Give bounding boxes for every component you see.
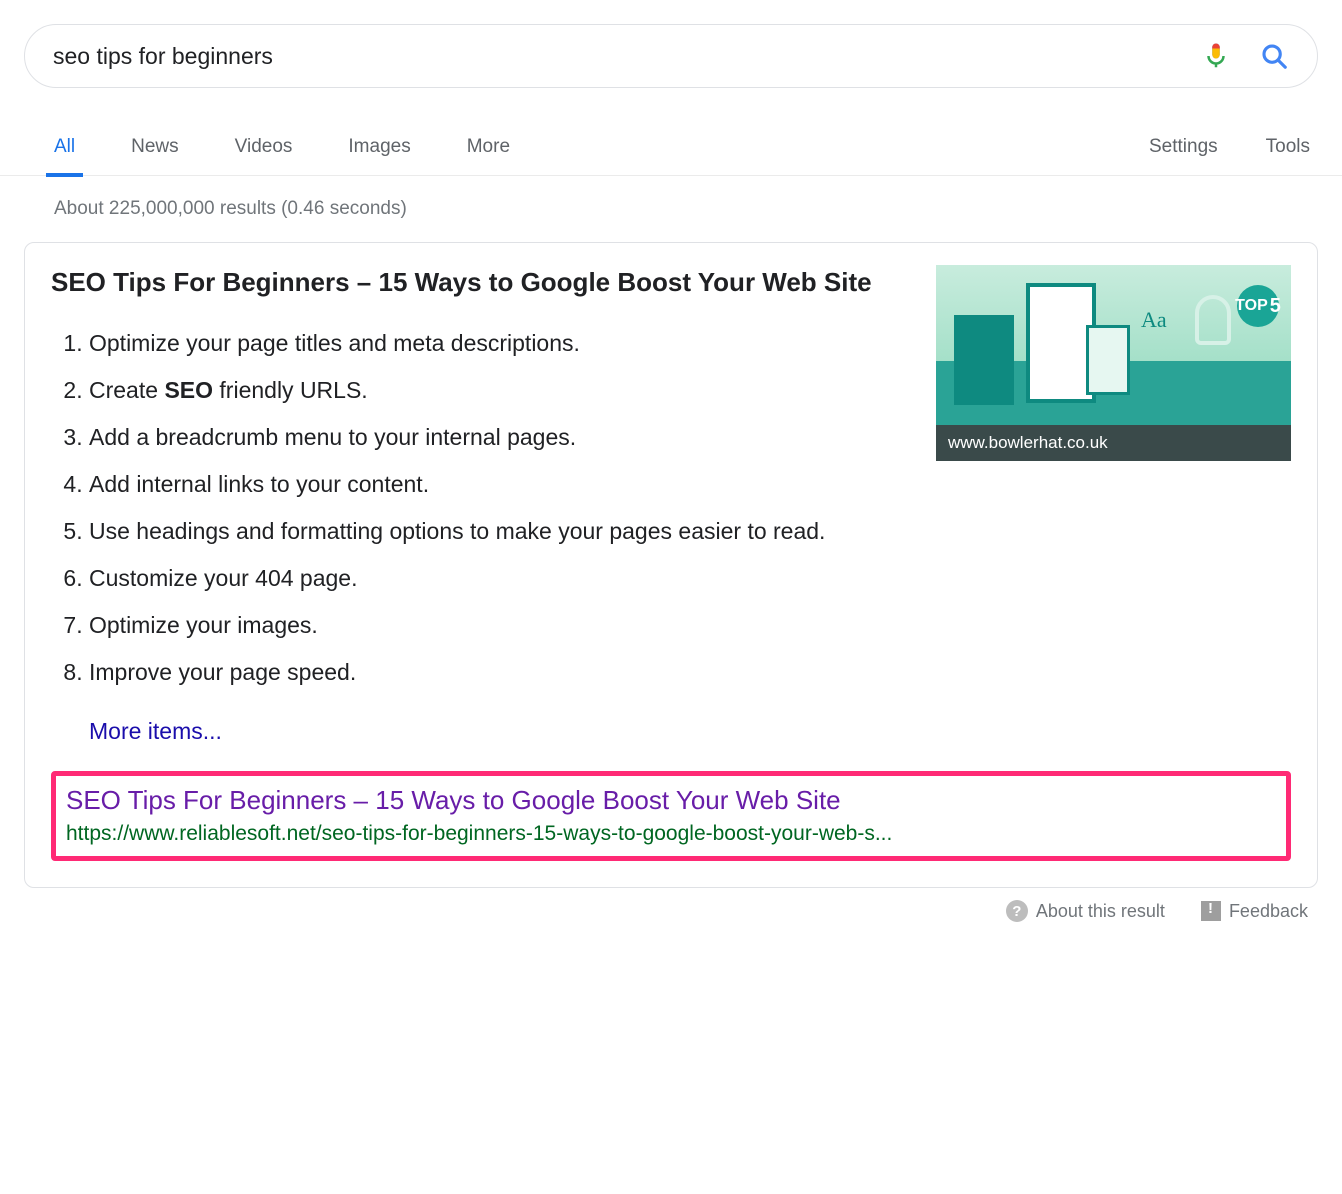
feedback-link[interactable]: Feedback xyxy=(1201,901,1308,922)
tab-more[interactable]: More xyxy=(463,118,514,176)
result-link-highlight: SEO Tips For Beginners – 15 Ways to Goog… xyxy=(51,771,1291,861)
thumbnail-image: Aa TOP 5 xyxy=(936,265,1291,425)
tab-videos[interactable]: Videos xyxy=(231,118,297,176)
mic-icon[interactable] xyxy=(1201,41,1231,71)
list-item: Add a breadcrumb menu to your internal p… xyxy=(89,414,912,461)
thumbnail-source: www.bowlerhat.co.uk xyxy=(936,425,1291,461)
search-input[interactable] xyxy=(53,43,1189,70)
tab-images[interactable]: Images xyxy=(344,118,414,176)
list-item: Create SEO friendly URLS. xyxy=(89,367,912,414)
top5-badge-icon: TOP 5 xyxy=(1237,285,1279,327)
list-item: Optimize your images. xyxy=(89,602,912,649)
tab-all[interactable]: All xyxy=(50,118,79,176)
list-item: Customize your 404 page. xyxy=(89,555,912,602)
list-item: Add internal links to your content. xyxy=(89,461,912,508)
feedback-label: Feedback xyxy=(1229,901,1308,922)
result-title-link[interactable]: SEO Tips For Beginners – 15 Ways to Goog… xyxy=(66,784,1276,818)
featured-snippet-card: SEO Tips For Beginners – 15 Ways to Goog… xyxy=(24,242,1318,888)
about-this-result-link[interactable]: ? About this result xyxy=(1006,900,1165,922)
typography-icon: Aa xyxy=(1141,307,1167,333)
help-icon: ? xyxy=(1006,900,1028,922)
more-items-link[interactable]: More items... xyxy=(89,718,222,745)
feedback-icon xyxy=(1201,901,1221,921)
search-tabs: All News Videos Images More xyxy=(50,118,514,176)
list-item: Optimize your page titles and meta descr… xyxy=(89,320,912,367)
tabs-row: All News Videos Images More Settings Too… xyxy=(0,118,1342,176)
tabs-right: Settings Tools xyxy=(1149,136,1310,158)
lock-icon xyxy=(1195,295,1231,345)
list-item: Improve your page speed. xyxy=(89,649,912,696)
tools-link[interactable]: Tools xyxy=(1266,136,1310,158)
search-actions xyxy=(1201,41,1289,71)
search-bar xyxy=(24,24,1318,88)
list-item: Use headings and formatting options to m… xyxy=(89,508,912,555)
result-url: https://www.reliablesoft.net/seo-tips-fo… xyxy=(66,822,1276,846)
settings-link[interactable]: Settings xyxy=(1149,136,1218,158)
snippet-text: SEO Tips For Beginners – 15 Ways to Goog… xyxy=(51,265,912,745)
result-stats: About 225,000,000 results (0.46 seconds) xyxy=(0,176,1342,242)
snippet-thumbnail[interactable]: Aa TOP 5 www.bowlerhat.co.uk xyxy=(936,265,1291,745)
snippet-title: SEO Tips For Beginners – 15 Ways to Goog… xyxy=(51,265,912,300)
snippet-ordered-list: Optimize your page titles and meta descr… xyxy=(51,320,912,696)
snippet-footer: ? About this result Feedback xyxy=(0,900,1308,922)
search-icon[interactable] xyxy=(1259,41,1289,71)
about-label: About this result xyxy=(1036,901,1165,922)
tab-news[interactable]: News xyxy=(127,118,183,176)
